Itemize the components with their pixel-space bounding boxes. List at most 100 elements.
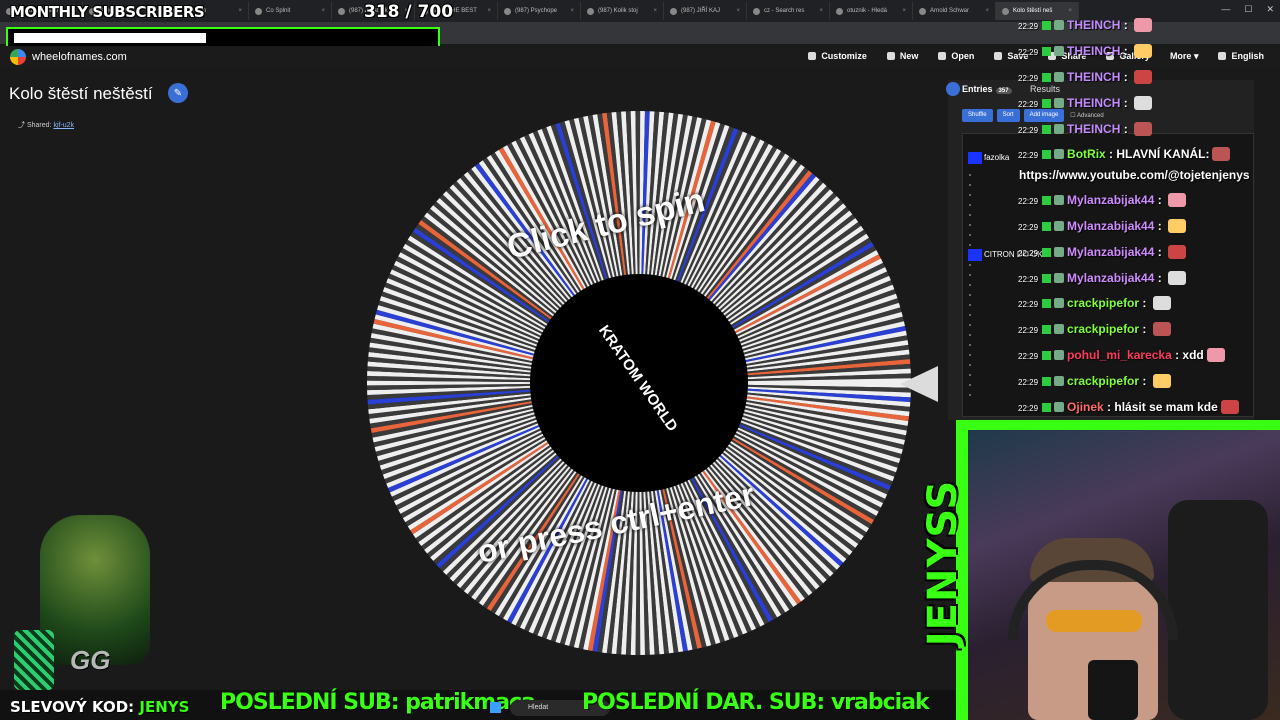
chat-username: pohul_mi_karecka [1067,348,1172,362]
add-image-button[interactable]: Add image [1023,109,1065,122]
close-tab-icon[interactable]: × [238,8,242,14]
badge-icon [1054,20,1065,30]
emote-icon [1168,193,1187,207]
site-logo-text: wheelofnames.com [32,51,127,63]
close-tab-icon[interactable]: × [902,8,906,14]
menu-open[interactable]: Open [938,51,974,62]
badge-icon [1054,273,1065,283]
kick-icon [1042,274,1052,283]
tab-favicon-icon [919,7,926,15]
browser-tab[interactable]: cz - Search res × [747,2,830,20]
badge-icon [1054,324,1065,334]
emote-icon [1168,271,1187,285]
windows-start-icon[interactable] [490,702,501,713]
edit-title-button[interactable]: ✎ [168,83,188,103]
menu-customize[interactable]: Customize [808,51,867,62]
sort-button[interactable]: Sort [996,109,1020,122]
tab-favicon-icon [670,7,677,15]
chat-time: 22:29 [1018,300,1039,309]
globe-icon [1218,52,1227,60]
close-tab-icon[interactable]: × [819,8,823,14]
emote-icon [1134,70,1153,84]
badge-icon [1054,195,1065,205]
collapse-panel-icon[interactable] [946,82,960,96]
browser-tab[interactable]: (987) JIŘÍ KAJ × [664,2,747,20]
browser-tab[interactable]: Arnold Schwar × [913,2,996,20]
monthly-subscribers-label: MONTHLY SUBSCRIBERS [10,3,205,21]
kick-icon [1042,403,1052,412]
chat-username: THEINCH [1067,122,1121,136]
discount-code: SLEVOVÝ KOD: JENYS [10,698,190,716]
close-tab-icon[interactable]: × [321,8,325,14]
menu-new[interactable]: New [886,51,918,62]
webcam-video [968,430,1280,720]
emote-icon [1206,348,1225,362]
chat-message: 22:29 crackpipefor : [1018,322,1171,336]
tab-favicon-icon [836,7,843,15]
chat-username: THEINCH [1067,96,1121,110]
menu-language[interactable]: English [1218,51,1264,62]
window-controls[interactable]: — ☐ ✕ [1221,4,1274,15]
hero-figure [40,515,150,665]
kick-icon [1042,73,1052,82]
folder-icon [938,52,947,60]
chat-message: 22:29 BotRix : HLAVNÍ KANÁL: [1018,147,1231,161]
badge-icon [1054,247,1065,257]
browser-tab[interactable]: otuznik - Hledá × [830,2,913,20]
palette-icon [808,52,817,60]
sponsor-logo: GG [70,645,111,675]
chat-time: 22:29 [1018,352,1039,361]
chat-username: Mylanzabijak44 [1067,193,1155,207]
close-tab-icon[interactable]: × [985,8,989,14]
chat-message: 22:29 THEINCH : [1018,18,1153,32]
badge-icon [1054,46,1065,56]
badge-icon [1054,149,1065,159]
tab-favicon-icon [255,7,262,15]
kick-icon [1042,150,1052,159]
badge-icon [1054,221,1065,231]
chat-username: BotRix [1067,147,1106,161]
chat-text: xdd [1182,348,1204,362]
close-tab-icon[interactable]: × [736,8,740,14]
browser-tab[interactable]: (987) Psychope × [498,2,581,20]
tab-entries[interactable]: Entries 357 [962,84,1012,94]
tab-results[interactable]: Results [1030,84,1060,94]
chat-username: THEINCH [1067,44,1121,58]
close-tab-icon[interactable]: × [653,8,657,14]
site-logo[interactable]: wheelofnames.com [10,49,127,65]
booster-can [14,630,54,690]
chat-text: HLAVNÍ KANÁL: [1116,147,1210,161]
entries-gutter [969,174,971,404]
chat-message: 22:29 crackpipefor : [1018,374,1171,388]
advanced-checkbox[interactable]: ☐ Advanced [1068,109,1105,122]
wheel-pointer [900,366,938,402]
tab-favicon-icon [587,7,594,15]
menu-more[interactable]: More ▾ [1170,51,1199,62]
close-tab-icon[interactable]: × [487,8,491,14]
close-tab-icon[interactable]: × [570,8,574,14]
chat-time: 22:29 [1018,275,1039,284]
chat-time: 22:29 [1018,326,1039,335]
browser-tab[interactable]: Co Splnit × [249,2,332,20]
browser-tab[interactable]: (987) Kolik stoj × [581,2,664,20]
chat-message: 22:29 pohul_mi_karecka : xdd [1018,348,1225,362]
kick-icon [1042,21,1052,30]
emote-icon [1134,44,1153,58]
emote-icon [1134,96,1153,110]
shuffle-button[interactable]: Shuffle [962,109,993,122]
badge-icon [1054,124,1065,134]
chat-message: 22:29 Ojinek : hlásit se mam kde [1018,400,1239,414]
chat-time: 22:29 [1018,197,1039,206]
kick-icon [1042,125,1052,134]
microphone [1088,660,1138,720]
pencil-icon: ✎ [173,87,183,99]
close-tab-icon[interactable]: × [1068,8,1072,14]
shared-link[interactable]: kjf-u2k [53,122,74,129]
kick-icon [1042,196,1052,205]
emote-icon [1134,122,1153,136]
chat-time: 22:29 [1018,48,1039,57]
badge-icon [1054,350,1065,360]
chat-username: THEINCH [1067,18,1121,32]
chat-time: 22:29 [1018,151,1039,160]
badge-icon [1054,376,1065,386]
